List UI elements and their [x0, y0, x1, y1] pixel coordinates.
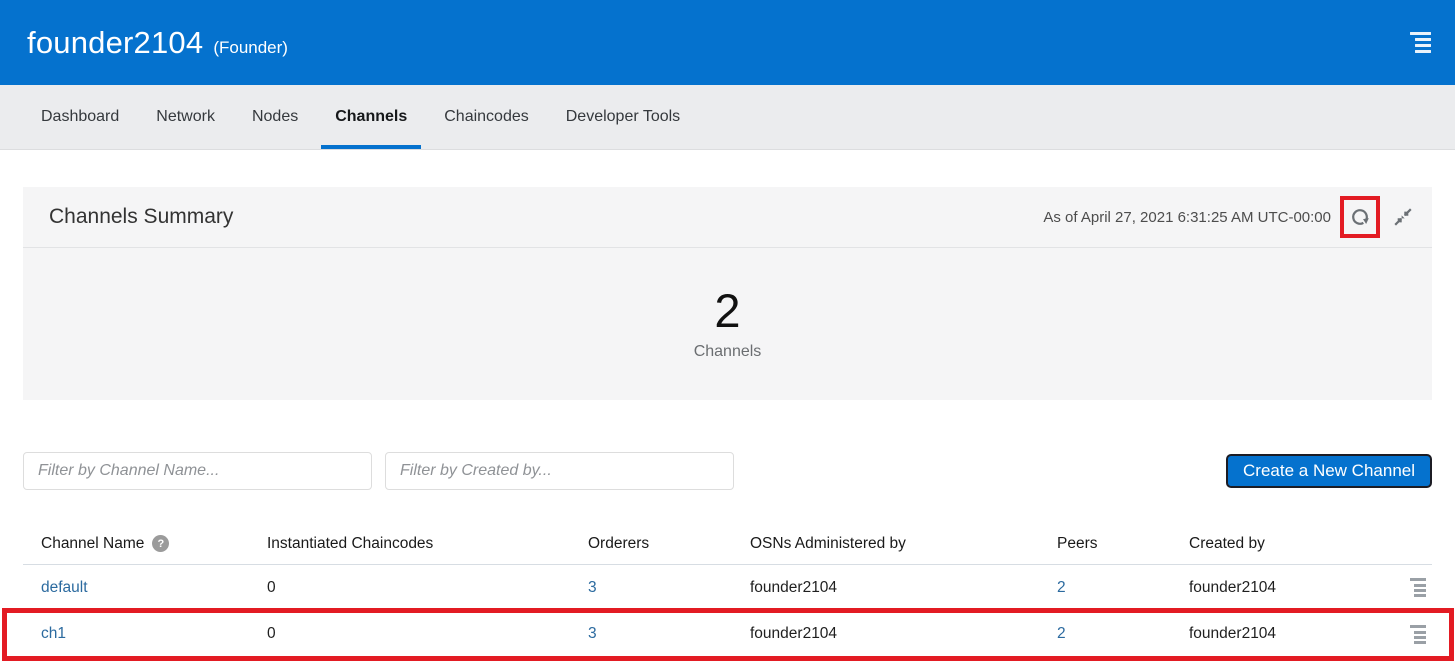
menu-bar — [1414, 641, 1426, 644]
menu-bar — [1415, 50, 1431, 53]
channel-link-ch1[interactable]: ch1 — [41, 625, 66, 642]
row-actions-menu-icon[interactable] — [1402, 623, 1426, 646]
tab-channels[interactable]: Channels — [321, 85, 421, 149]
column-created-by: Created by — [1189, 535, 1386, 553]
panel-body: 2 Channels — [23, 248, 1432, 400]
panel-tools: As of April 27, 2021 6:31:25 AM UTC-00:0… — [1043, 196, 1418, 238]
cell-created-by: founder2104 — [1189, 625, 1386, 643]
collapse-icon — [1392, 206, 1414, 228]
page: founder2104 (Founder) Dashboard Network … — [0, 0, 1455, 670]
row-actions-menu-icon[interactable] — [1402, 576, 1426, 599]
app-title-group: founder2104 (Founder) — [27, 25, 288, 61]
column-peers: Peers — [1057, 535, 1189, 553]
menu-bar — [1414, 636, 1426, 639]
tab-dashboard[interactable]: Dashboard — [27, 85, 133, 149]
filter-toolbar: Create a New Channel — [23, 452, 1432, 490]
page-subtitle: (Founder) — [213, 38, 288, 58]
column-instantiated-chaincodes: Instantiated Chaincodes — [267, 535, 588, 553]
channels-table: Channel Name ? Instantiated Chaincodes O… — [23, 523, 1432, 657]
menu-bar — [1410, 625, 1426, 628]
table-header-row: Channel Name ? Instantiated Chaincodes O… — [23, 523, 1432, 565]
channels-summary-panel: Channels Summary As of April 27, 2021 6:… — [23, 187, 1432, 400]
orderers-link[interactable]: 3 — [588, 625, 597, 642]
filter-created-by-input[interactable] — [385, 452, 734, 490]
cell-osns-administered-by: founder2104 — [750, 579, 1057, 597]
panel-header: Channels Summary As of April 27, 2021 6:… — [23, 187, 1432, 248]
header-menu-icon[interactable] — [1409, 28, 1431, 57]
filter-channel-name-input[interactable] — [23, 452, 372, 490]
orderers-link[interactable]: 3 — [588, 579, 597, 596]
channels-metric: 2 Channels — [694, 287, 762, 361]
channel-link-default[interactable]: default — [41, 579, 88, 596]
refresh-button[interactable] — [1340, 196, 1380, 238]
peers-link[interactable]: 2 — [1057, 579, 1066, 596]
column-label: Channel Name — [41, 535, 144, 553]
tab-developer-tools[interactable]: Developer Tools — [552, 85, 694, 149]
column-orderers: Orderers — [588, 535, 750, 553]
menu-bar — [1415, 44, 1431, 47]
tab-bar: Dashboard Network Nodes Channels Chainco… — [0, 85, 1455, 150]
collapse-panel-button[interactable] — [1388, 202, 1418, 232]
as-of-timestamp: As of April 27, 2021 6:31:25 AM UTC-00:0… — [1043, 209, 1331, 226]
tab-chaincodes[interactable]: Chaincodes — [430, 85, 543, 149]
refresh-icon — [1349, 206, 1371, 228]
create-channel-button[interactable]: Create a New Channel — [1226, 454, 1432, 488]
help-icon[interactable]: ? — [152, 535, 169, 552]
cell-osns-administered-by: founder2104 — [750, 625, 1057, 643]
cell-peers: 2 — [1057, 579, 1189, 597]
menu-bar — [1414, 589, 1426, 592]
tab-network[interactable]: Network — [142, 85, 229, 149]
channels-count-label: Channels — [694, 343, 762, 361]
cell-orderers: 3 — [588, 625, 750, 643]
cell-created-by: founder2104 — [1189, 579, 1386, 597]
column-osns-administered-by: OSNs Administered by — [750, 535, 1057, 553]
table-row-default: default 0 3 founder2104 2 founder2104 — [23, 565, 1432, 611]
channels-count: 2 — [694, 287, 762, 334]
column-channel-name: Channel Name ? — [41, 535, 267, 553]
main-content: Channels Summary As of April 27, 2021 6:… — [0, 150, 1455, 657]
cell-instantiated-chaincodes: 0 — [267, 625, 588, 643]
table-row-ch1: ch1 0 3 founder2104 2 founder2104 — [23, 611, 1432, 657]
peers-link[interactable]: 2 — [1057, 625, 1066, 642]
menu-bar — [1414, 584, 1426, 587]
cell-channel-name: default — [41, 579, 267, 597]
cell-orderers: 3 — [588, 579, 750, 597]
tab-nodes[interactable]: Nodes — [238, 85, 312, 149]
menu-bar — [1410, 32, 1431, 35]
menu-bar — [1414, 631, 1426, 634]
cell-peers: 2 — [1057, 625, 1189, 643]
menu-bar — [1415, 38, 1431, 41]
menu-bar — [1410, 578, 1426, 581]
cell-instantiated-chaincodes: 0 — [267, 579, 588, 597]
cell-channel-name: ch1 — [41, 625, 267, 643]
panel-title: Channels Summary — [49, 205, 233, 229]
page-title: founder2104 — [27, 25, 203, 61]
menu-bar — [1414, 594, 1426, 597]
app-header: founder2104 (Founder) — [0, 0, 1455, 85]
